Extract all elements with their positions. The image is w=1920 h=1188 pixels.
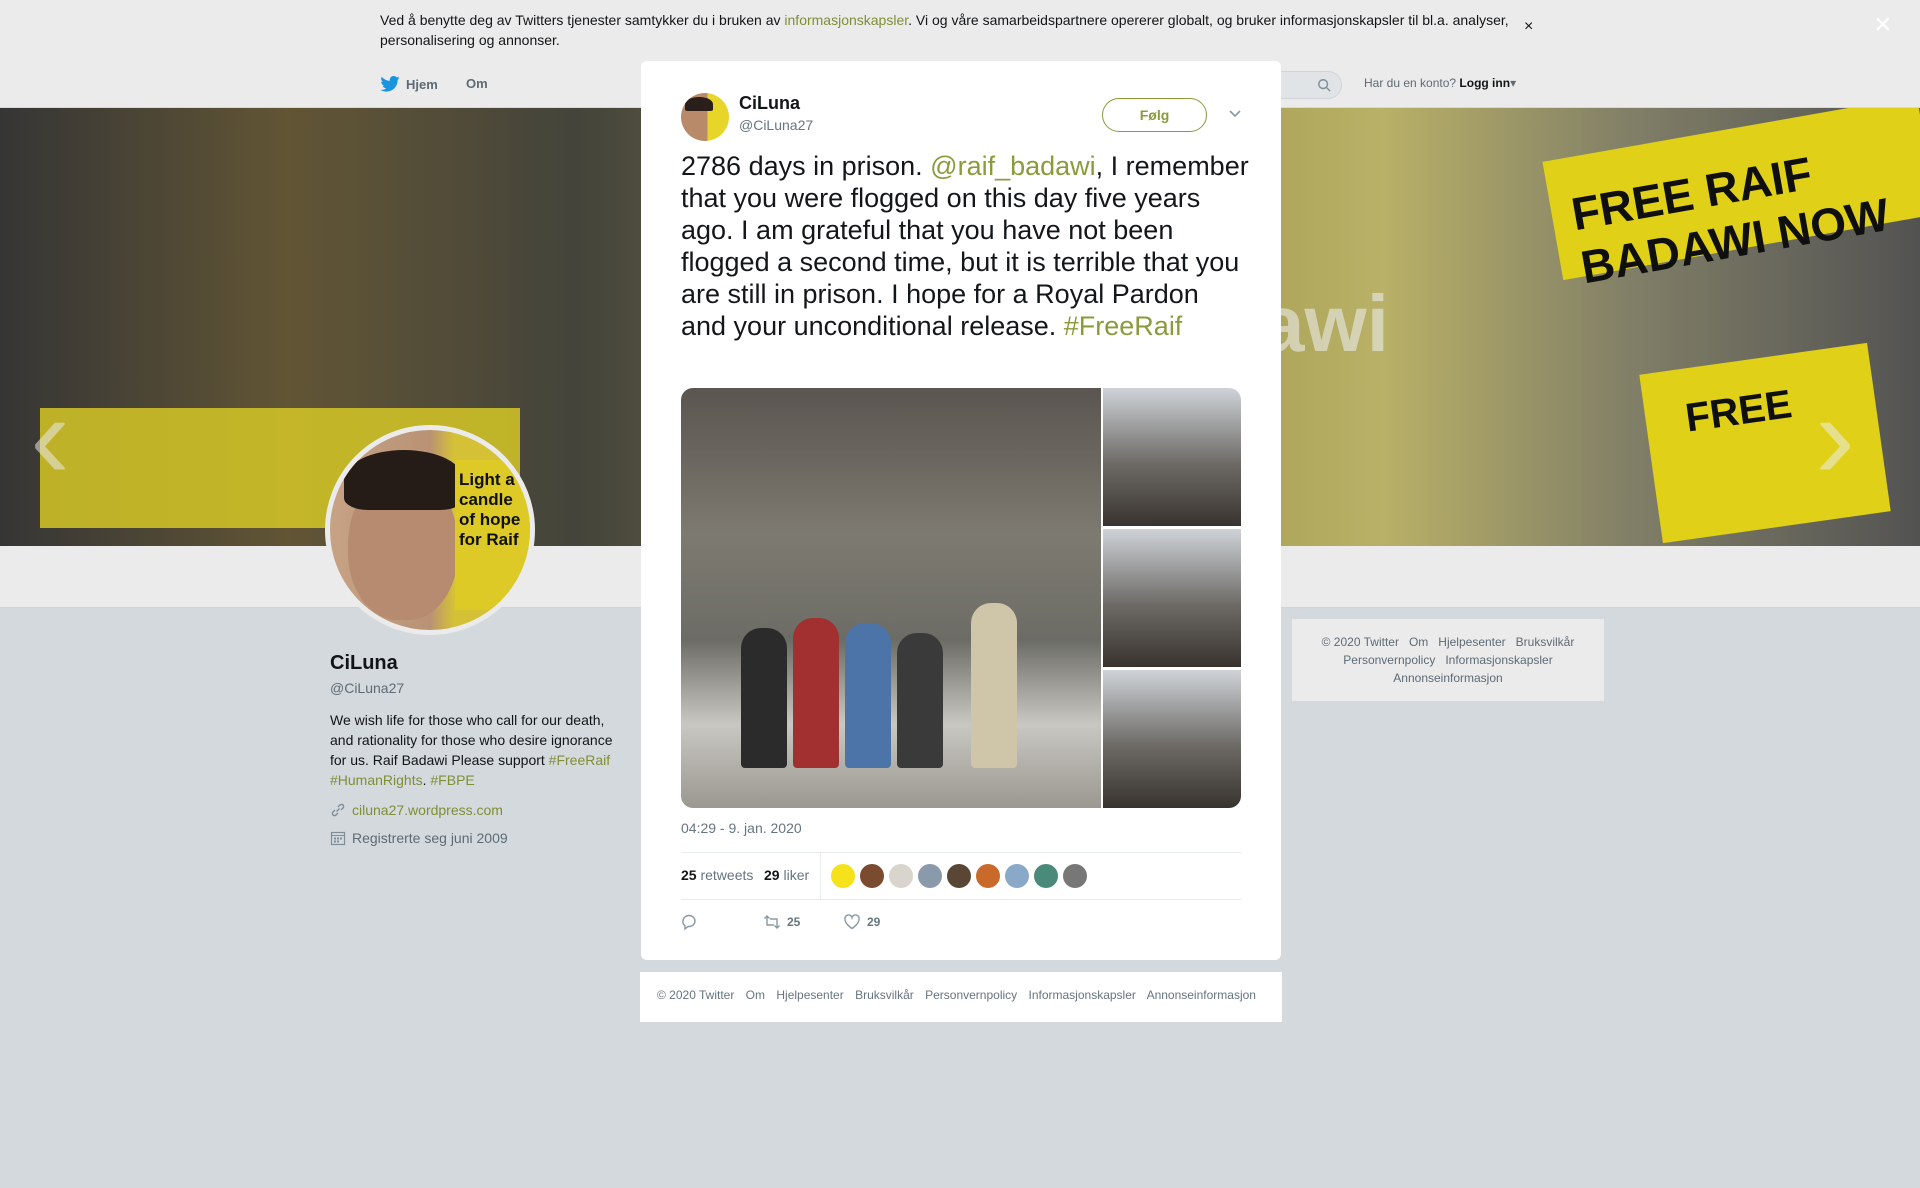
liker-avatar[interactable]	[831, 864, 855, 888]
tweet-author-handle[interactable]: @CiLuna27	[739, 117, 813, 133]
tweet-photo-thumb[interactable]	[1103, 529, 1241, 667]
tweet-modal: CiLuna @CiLuna27 Følg 2786 days in priso…	[641, 61, 1281, 960]
footer-link[interactable]: Personvernpolicy	[925, 988, 1017, 1002]
modal-footer: © 2020 Twitter Om Hjelpesenter Bruksvilk…	[640, 972, 1282, 1022]
heart-icon	[844, 914, 860, 930]
liker-avatar[interactable]	[889, 864, 913, 888]
photo-person	[897, 633, 943, 768]
retweet-button[interactable]: 25	[763, 913, 800, 931]
close-icon[interactable]: ×	[1874, 10, 1892, 40]
tweet-photo-thumb[interactable]	[1103, 388, 1241, 526]
tweet-author-avatar[interactable]	[681, 93, 729, 141]
photo-person	[741, 628, 787, 768]
footer-link[interactable]: Annonseinformasjon	[1147, 988, 1256, 1002]
footer-link[interactable]: Om	[746, 988, 765, 1002]
avatar-hair	[685, 97, 713, 111]
tweet-text: 2786 days in prison. @raif_badawi, I rem…	[681, 151, 1249, 341]
hashtag-link[interactable]: #FreeRaif	[1064, 311, 1183, 341]
likes-stat[interactable]: 29 liker	[764, 867, 809, 883]
reply-icon	[682, 914, 696, 931]
footer-link[interactable]: © 2020 Twitter	[657, 988, 734, 1002]
chevron-down-icon[interactable]	[1227, 105, 1243, 121]
photo-person	[971, 603, 1017, 768]
divider	[820, 853, 821, 899]
tweet-media-grid	[681, 388, 1241, 808]
mention-link[interactable]: @raif_badawi	[930, 151, 1096, 181]
liker-avatar[interactable]	[976, 864, 1000, 888]
tweet-author-name[interactable]: CiLuna	[739, 93, 800, 114]
liker-avatar[interactable]	[1034, 864, 1058, 888]
retweet-icon	[764, 915, 780, 929]
tweet-timestamp[interactable]: 04:29 - 9. jan. 2020	[681, 820, 802, 836]
liker-avatar[interactable]	[1063, 864, 1087, 888]
follow-button[interactable]: Følg	[1102, 98, 1207, 132]
retweets-stat[interactable]: 25 retweets	[681, 867, 753, 883]
footer-link[interactable]: Bruksvilkår	[855, 988, 914, 1002]
photo-person	[845, 623, 891, 768]
photo-person	[793, 618, 839, 768]
liker-avatar[interactable]	[1005, 864, 1029, 888]
liker-avatars	[831, 864, 1087, 888]
tweet-stats: 25 retweets 29 liker	[681, 852, 1241, 900]
liker-avatar[interactable]	[918, 864, 942, 888]
liker-avatar[interactable]	[860, 864, 884, 888]
tweet-actions: 25 29	[681, 909, 1241, 939]
reply-button[interactable]	[681, 913, 699, 931]
liker-avatar[interactable]	[947, 864, 971, 888]
footer-link[interactable]: Hjelpesenter	[776, 988, 843, 1002]
like-button[interactable]: 29	[843, 913, 880, 931]
tweet-photo-thumb[interactable]	[1103, 670, 1241, 808]
tweet-photo-main[interactable]	[681, 388, 1101, 808]
footer-link[interactable]: Informasjonskapsler	[1029, 988, 1136, 1002]
